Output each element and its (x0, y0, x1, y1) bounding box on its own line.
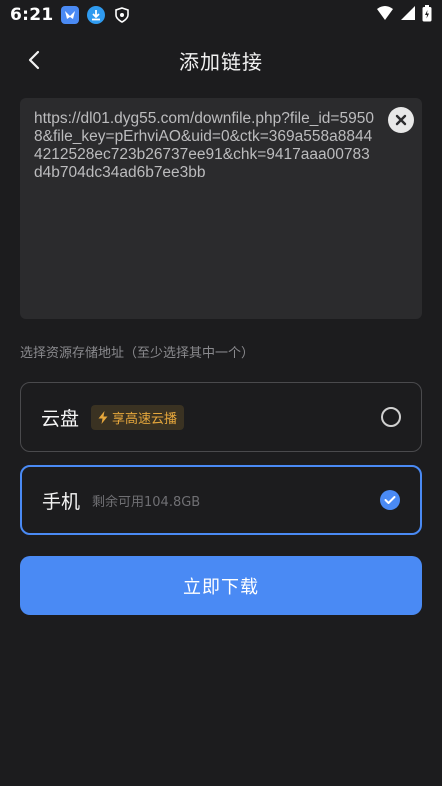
page-title: 添加链接 (179, 49, 263, 74)
radio-unchecked-icon[interactable] (381, 407, 401, 427)
free-space-text: 剩余可用104.8GB (92, 494, 201, 510)
speed-badge: 享高速云播 (91, 404, 185, 430)
speed-badge-label: 享高速云播 (112, 411, 178, 427)
storage-option-phone[interactable]: 手机 剩余可用104.8GB (20, 465, 422, 535)
bird-app-icon (61, 6, 80, 24)
option-label-cloud: 云盘 (41, 407, 80, 430)
signal-icon (400, 5, 416, 25)
link-input[interactable]: https://dl01.dyg55.com/downfile.php?file… (20, 98, 422, 319)
link-input-text[interactable]: https://dl01.dyg55.com/downfile.php?file… (34, 110, 378, 182)
lightning-icon (98, 410, 108, 424)
close-circle-icon (395, 114, 407, 126)
status-bar: 6:21 (0, 0, 442, 30)
download-now-button[interactable]: 立即下载 (20, 556, 422, 615)
clear-link-button[interactable] (388, 107, 414, 133)
option-label-phone: 手机 (42, 490, 81, 513)
chevron-left-icon (28, 50, 40, 70)
storage-hint: 选择资源存储地址（至少选择其中一个） (20, 346, 255, 361)
shield-app-icon (113, 6, 131, 24)
wifi-icon (376, 5, 394, 25)
status-time: 6:21 (10, 5, 54, 25)
back-button[interactable] (20, 46, 48, 74)
battery-icon (422, 4, 432, 26)
storage-option-cloud[interactable]: 云盘 享高速云播 (20, 382, 422, 452)
download-app-icon (87, 6, 106, 24)
header: 添加链接 (0, 38, 442, 82)
radio-checked-icon[interactable] (380, 490, 400, 510)
